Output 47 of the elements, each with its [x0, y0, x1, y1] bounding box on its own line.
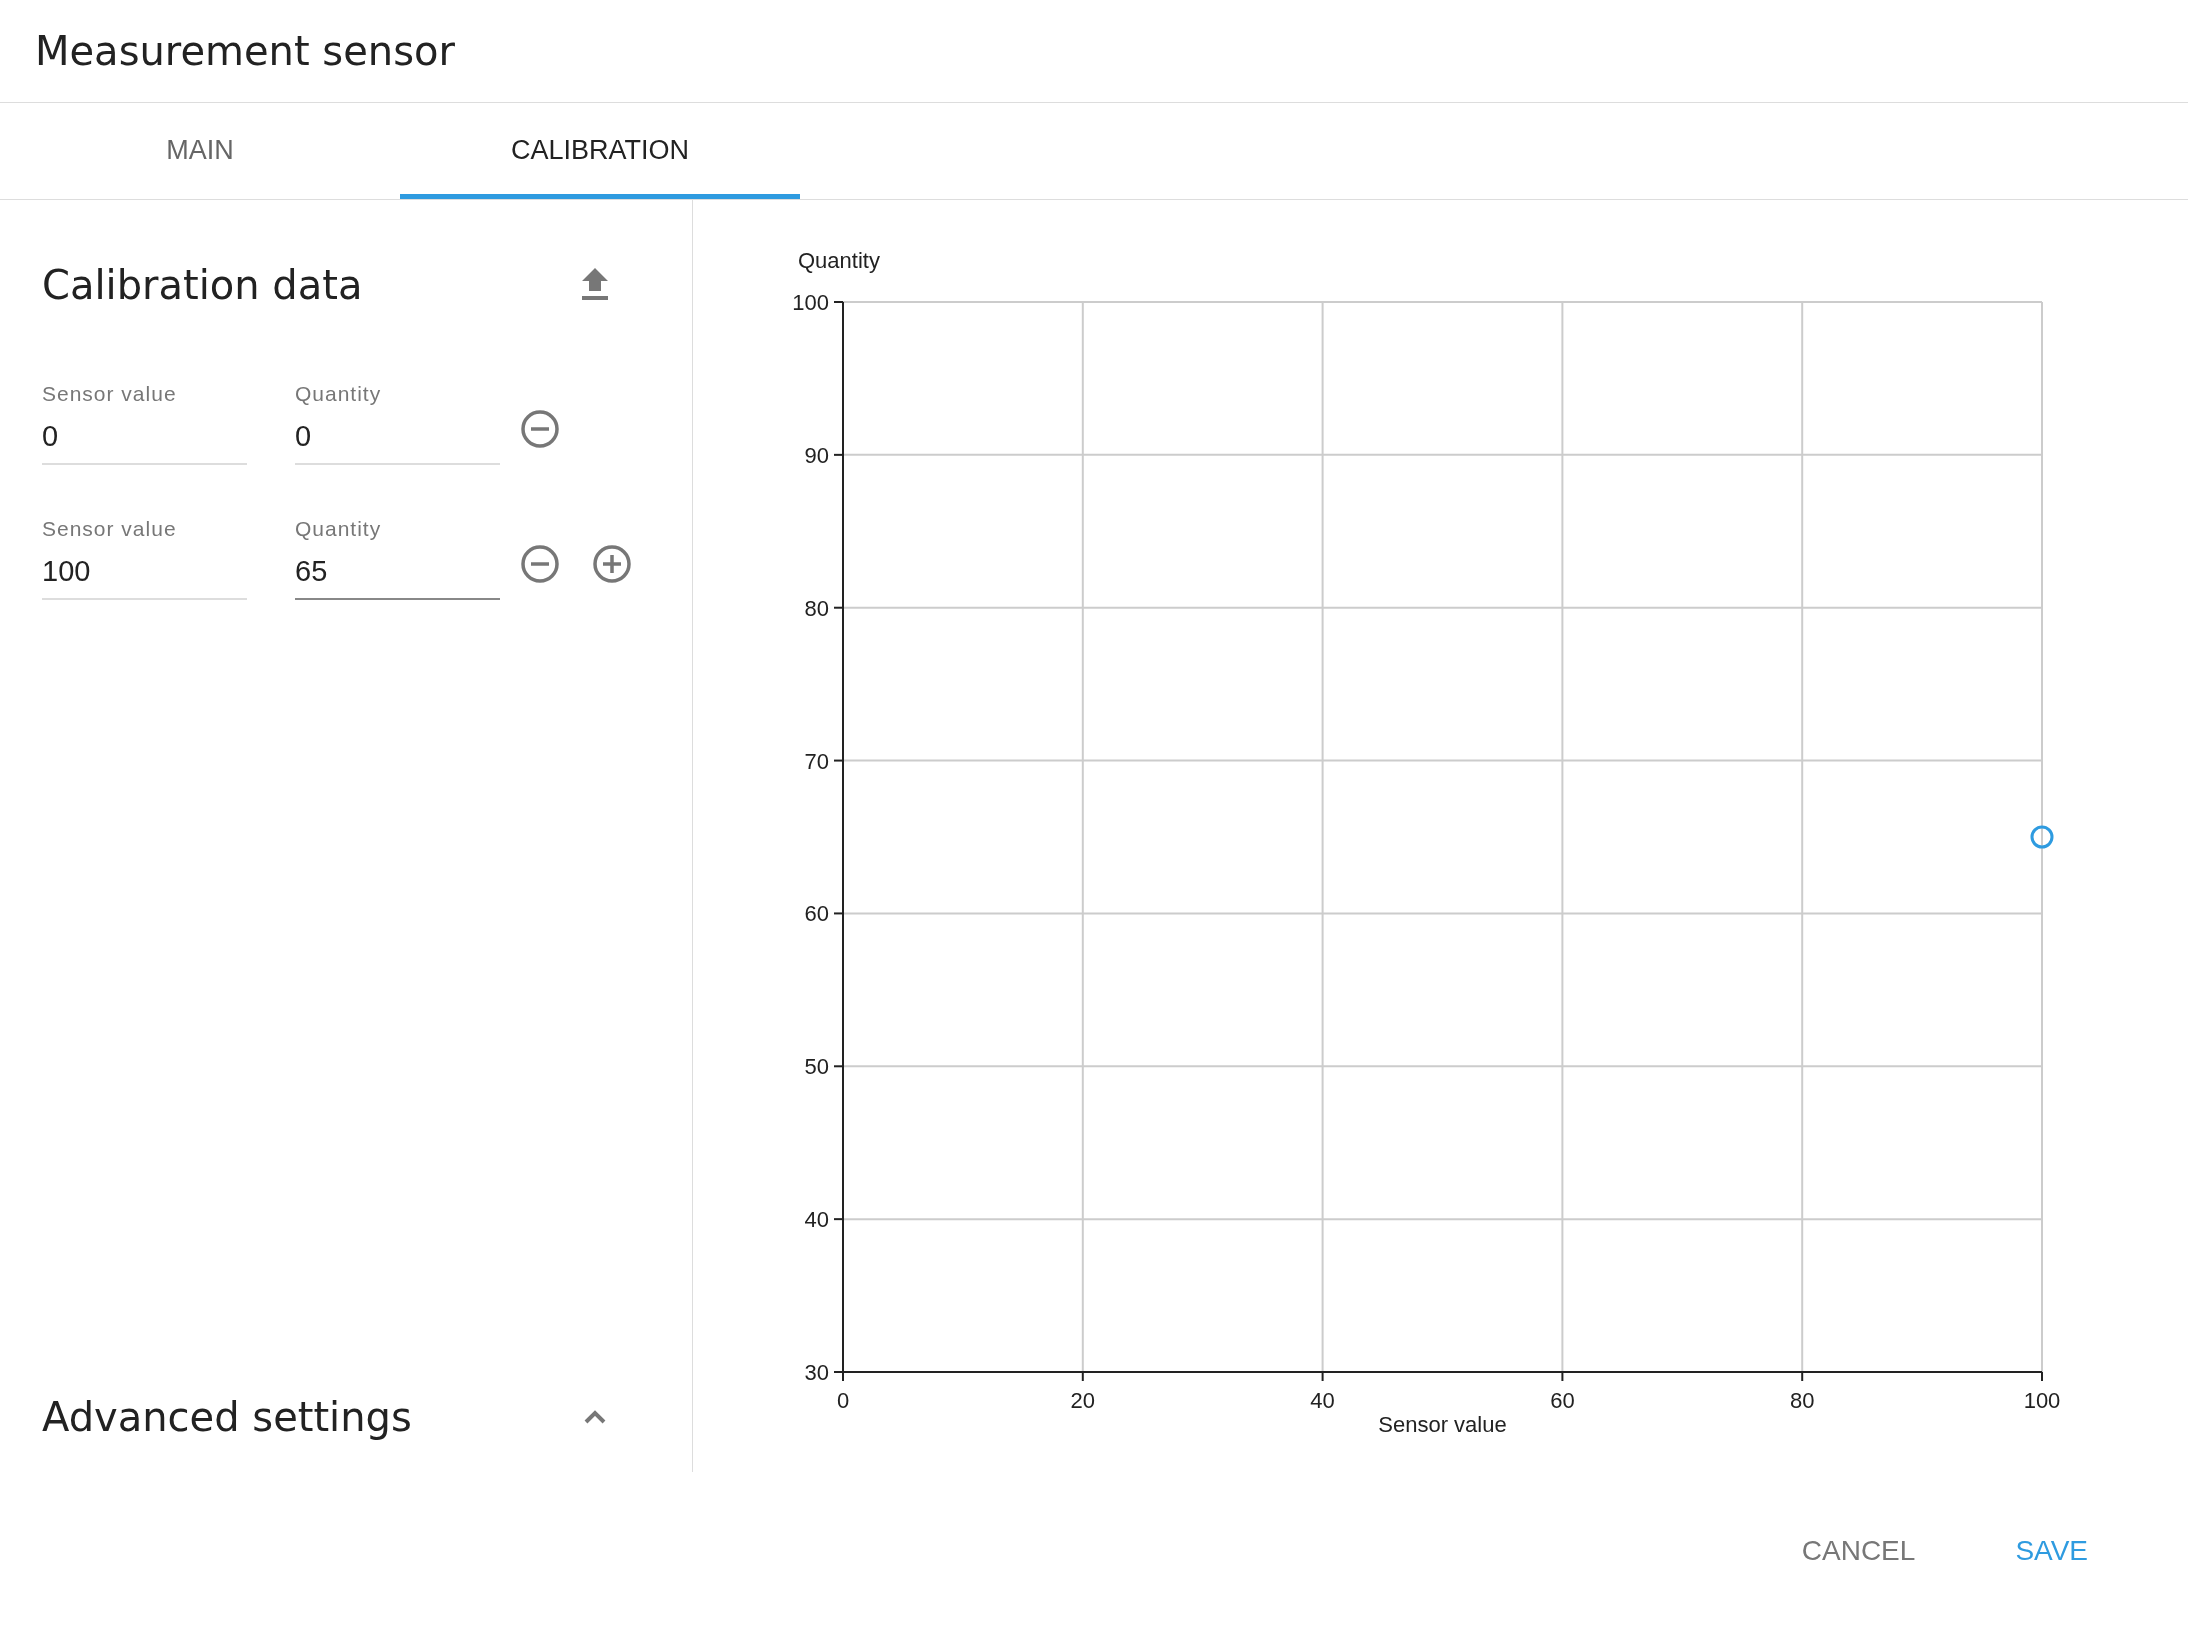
input-field[interactable]: 0: [42, 420, 247, 465]
y-tick-label: 80: [804, 595, 829, 621]
y-tick-label: 50: [804, 1054, 829, 1080]
x-tick: [2041, 1371, 2043, 1382]
y-tick-label: 100: [792, 290, 829, 315]
x-tick-label: 20: [1070, 1388, 1096, 1413]
axis-title: Sensor value: [1378, 1412, 1507, 1437]
add-icon[interactable]: [592, 543, 632, 584]
x-tick-label: 0: [836, 1388, 850, 1413]
x-tick: [1321, 1371, 1324, 1382]
tab[interactable]: CALIBRATION: [400, 103, 800, 199]
input-field[interactable]: 65: [295, 555, 500, 600]
y-tick-label: 40: [804, 1207, 829, 1233]
y-tick: [833, 759, 844, 762]
y-tick: [833, 301, 844, 303]
window-title: Measurement sensor: [35, 28, 455, 74]
x-tick: [1081, 1371, 1084, 1382]
x-tick: [842, 1371, 844, 1382]
y-tick: [833, 606, 844, 609]
x-tick-label: 40: [1310, 1388, 1335, 1413]
field-label: Sensor value: [42, 382, 178, 406]
field-label: Quantity: [295, 382, 383, 406]
input-field[interactable]: 0: [295, 420, 500, 465]
y-tick: [833, 1065, 844, 1068]
x-tick-label: 60: [1550, 1388, 1575, 1413]
y-tick-label: 30: [804, 1360, 829, 1385]
x-tick-label: 100: [2023, 1388, 2061, 1413]
y-tick: [833, 912, 844, 915]
remove-icon[interactable]: [520, 408, 560, 449]
tab[interactable]: MAIN: [0, 103, 400, 199]
y-tick: [833, 1218, 844, 1221]
axis-title: Quantity: [798, 248, 880, 273]
x-tick-label: 80: [1789, 1388, 1815, 1413]
y-tick-label: 90: [804, 442, 829, 468]
section-title: Calibration data: [42, 262, 363, 308]
field-label: Sensor value: [42, 517, 178, 541]
x-tick: [1801, 1371, 1804, 1382]
field-label: Quantity: [295, 517, 383, 541]
input-field[interactable]: 100: [42, 555, 247, 600]
y-tick: [833, 453, 844, 456]
section-title: Advanced settings: [42, 1394, 412, 1440]
y-tick-label: 70: [804, 748, 829, 774]
y-tick-label: 60: [804, 901, 829, 927]
remove-icon[interactable]: [520, 543, 560, 584]
y-tick: [833, 1371, 844, 1373]
x-tick: [1561, 1371, 1564, 1382]
dialog-button[interactable]: CANCEL: [1781, 1524, 1936, 1577]
